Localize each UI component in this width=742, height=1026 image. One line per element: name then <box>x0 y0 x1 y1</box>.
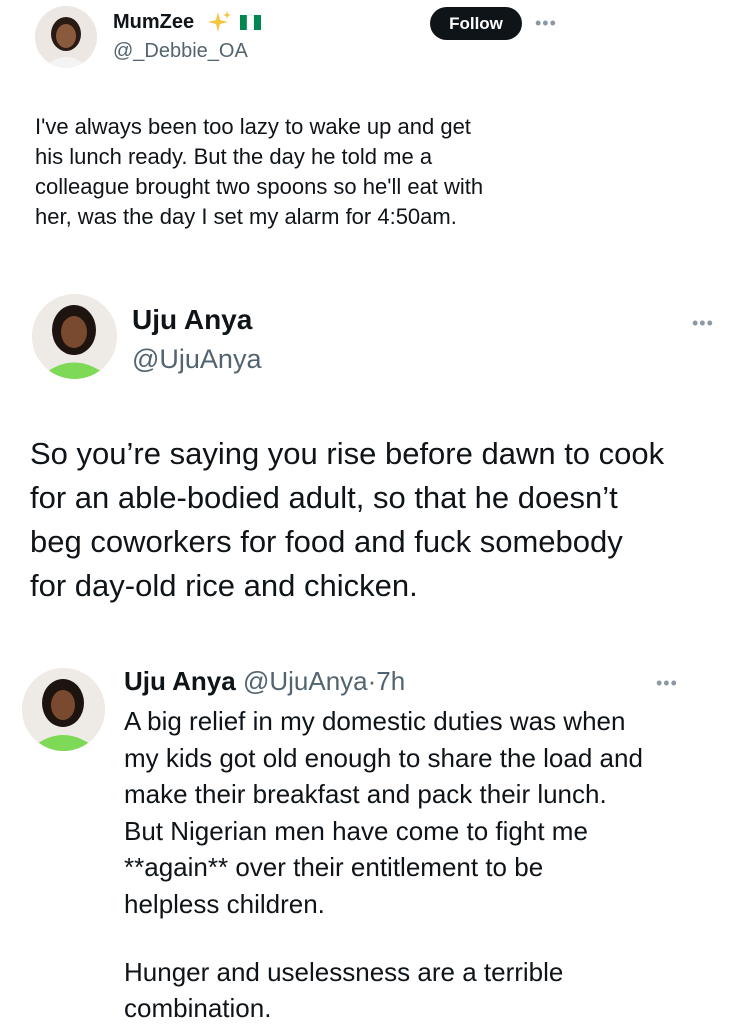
more-options-icon[interactable]: ••• <box>535 14 557 32</box>
tweet-text-line: So you’re saying you rise before dawn to… <box>30 436 665 471</box>
handle[interactable]: @UjuAnya <box>132 342 261 376</box>
tweet-text-line: her, was the day I set my alarm for 4:50… <box>35 204 457 229</box>
tweet-text-line: colleague brought two spoons so he'll ea… <box>35 174 484 199</box>
tweet-text-line: his lunch ready. But the day he told me … <box>35 144 433 169</box>
tweet-text-line: my kids got old enough to share the load… <box>124 742 643 773</box>
display-name[interactable]: Uju Anya <box>132 303 252 337</box>
tweet-text-line: I've always been too lazy to wake up and… <box>35 114 471 139</box>
tweet-text-line: **again** over their entitlement to be <box>124 852 544 882</box>
sparkles-icon <box>206 10 232 34</box>
tweet-header: Uju Anya @UjuAnya·7h <box>124 664 405 698</box>
avatar-image <box>35 6 97 68</box>
avatar[interactable] <box>22 668 105 751</box>
avatar-image <box>22 668 105 751</box>
tweet-text-line: for an able-bodied adult, so that he doe… <box>30 480 618 515</box>
handle[interactable]: @_Debbie_OA <box>113 38 248 64</box>
tweet-body-paragraph: Hunger and uselessness are a terrible co… <box>124 954 563 1026</box>
tweet-body: A big relief in my domestic duties was w… <box>124 703 643 922</box>
tweet-body: I've always been too lazy to wake up and… <box>35 112 483 232</box>
tweet-body: So you’re saying you rise before dawn to… <box>30 432 664 608</box>
handle[interactable]: @UjuAnya <box>243 666 368 696</box>
follow-button[interactable]: Follow <box>430 7 522 40</box>
tweet-text-line: helpless children. <box>124 888 325 919</box>
more-options-icon[interactable]: ••• <box>692 314 714 332</box>
nigeria-flag-icon <box>240 14 261 31</box>
display-name[interactable]: MumZee <box>113 9 194 35</box>
timestamp[interactable]: 7h <box>376 666 405 696</box>
tweet-text-line: A big relief in my domestic duties was w… <box>124 706 626 736</box>
avatar[interactable] <box>35 6 97 68</box>
tweet-text-line: for day-old rice and chicken. <box>30 568 418 603</box>
more-options-icon[interactable]: ••• <box>656 674 678 692</box>
avatar[interactable] <box>32 294 117 379</box>
separator-dot: · <box>367 666 377 696</box>
tweet-text-line: But Nigerian men have come to fight me <box>124 815 588 846</box>
tweet-text-line: make their breakfast and pack their lunc… <box>124 779 607 809</box>
tweet-text-line: combination. <box>124 993 272 1023</box>
display-name[interactable]: Uju Anya <box>124 666 236 696</box>
tweet-text-line: beg coworkers for food and fuck somebody <box>30 524 623 559</box>
tweet-text-line: Hunger and uselessness are a terrible <box>124 957 564 987</box>
avatar-image <box>32 294 117 379</box>
